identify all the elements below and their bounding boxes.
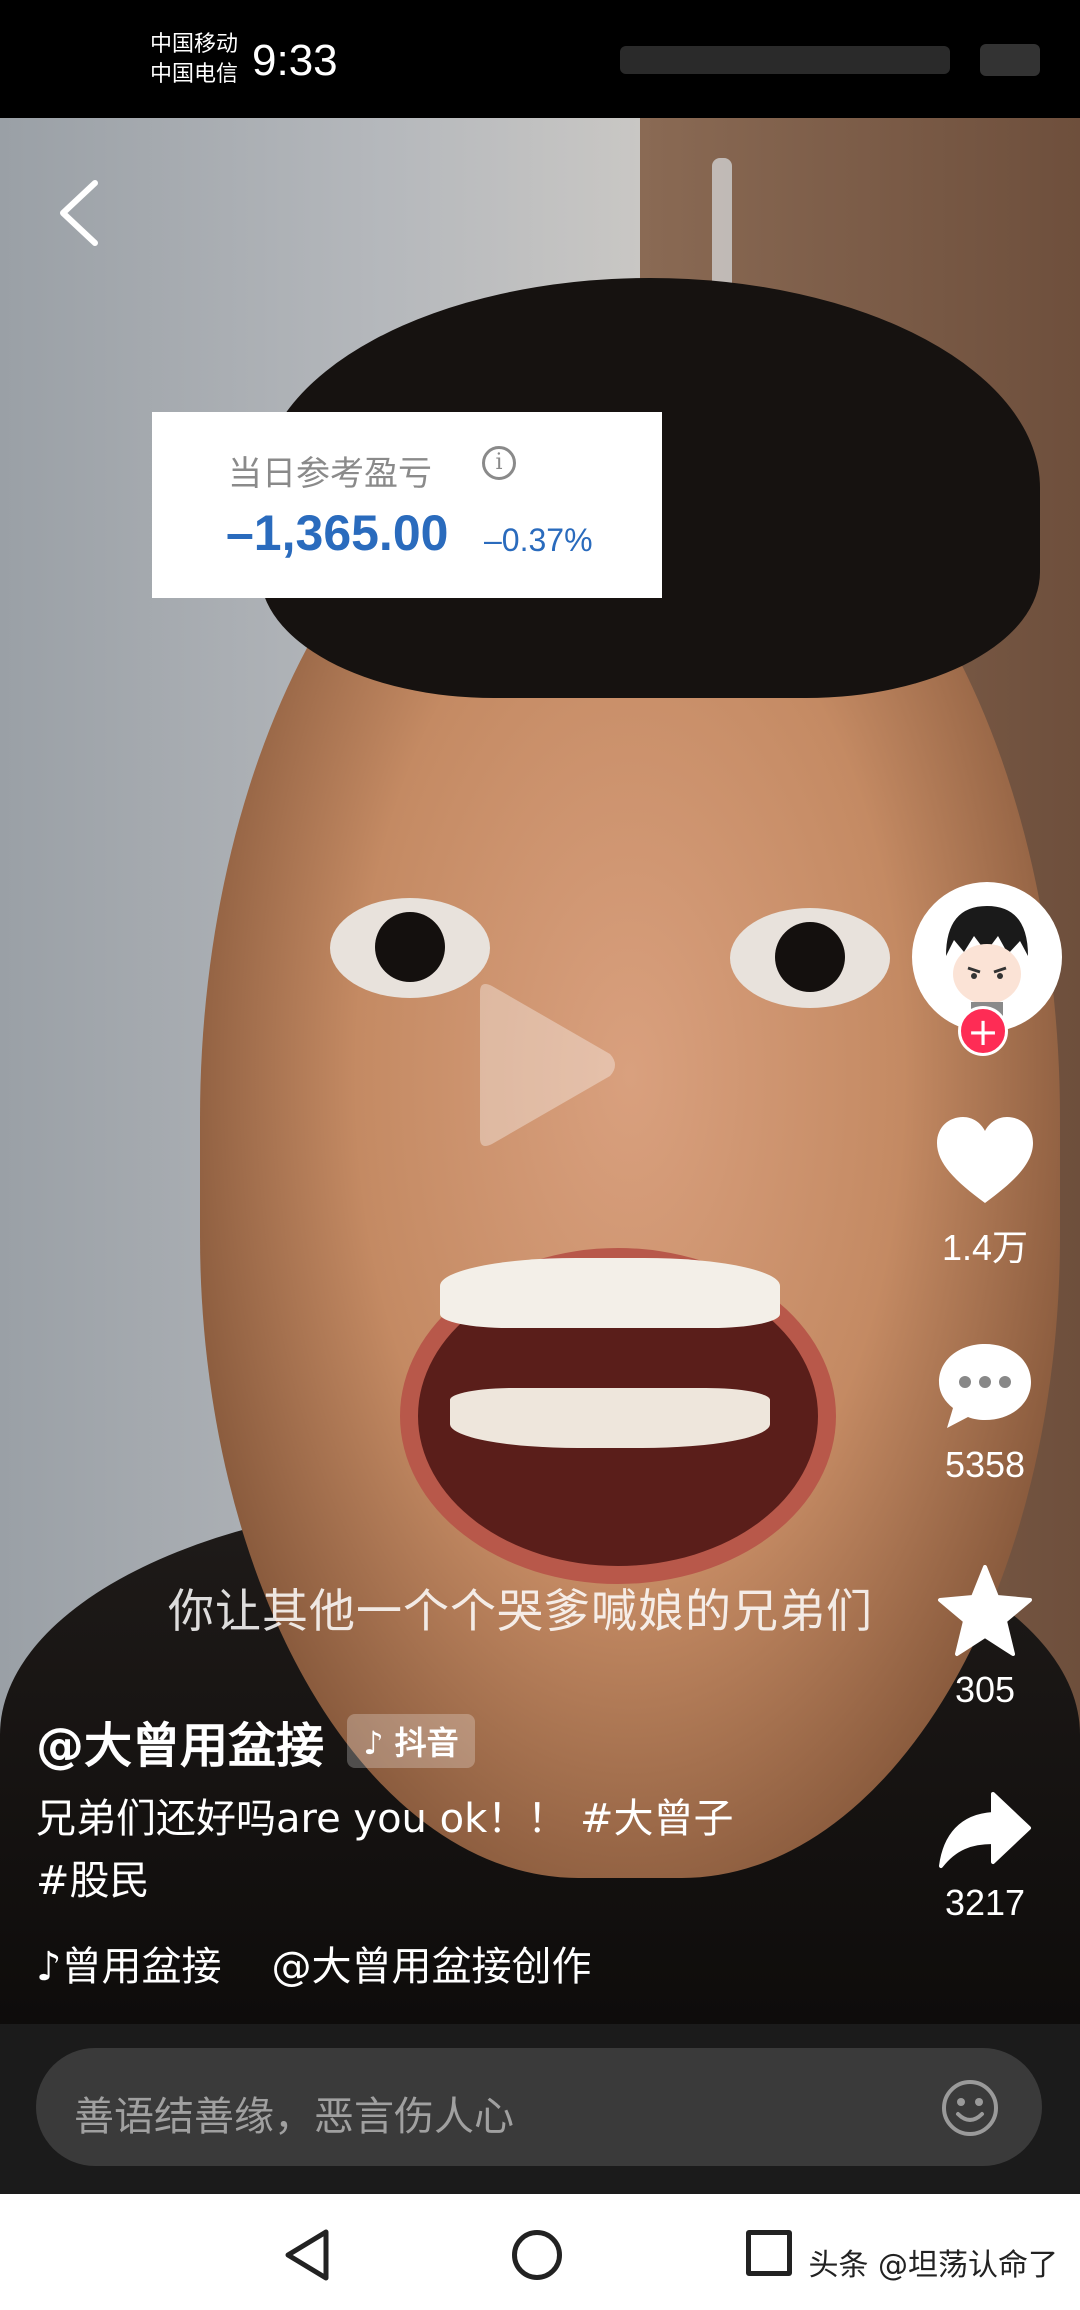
pnl-card: 当日参考盈亏 i –1,365.00 –0.37% <box>152 412 662 598</box>
heart-icon <box>937 1117 1033 1203</box>
emoji-icon[interactable] <box>940 2078 1000 2138</box>
author-row: @大曾用盆接 ♪ 抖音 <box>36 1706 475 1774</box>
like-count: 1.4万 <box>941 1227 1029 1268</box>
battery-icon <box>980 44 1040 76</box>
video-subject-eye-right <box>730 908 890 1008</box>
status-bar: 中国移动 中国电信 9:33 <box>0 0 1080 118</box>
comment-count: 5358 <box>944 1444 1026 1485</box>
pnl-value: –1,365.00 <box>226 505 449 561</box>
comment-bar: 善语结善缘，恶言伤人心 <box>0 2024 1080 2194</box>
nav-home-icon[interactable] <box>512 2230 562 2280</box>
comment-input[interactable]: 善语结善缘，恶言伤人心 <box>36 2048 1042 2166</box>
comment-icon <box>939 1344 1031 1428</box>
share-button[interactable]: 3217 <box>920 1790 1050 1924</box>
music-title: @大曾用盆接创作 <box>271 1944 592 1990</box>
comment-button[interactable]: 5358 <box>920 1340 1050 1486</box>
video-subtitle: 你让其他一个个哭爹喊娘的兄弟们 <box>168 1584 873 1638</box>
music-row[interactable]: ♪曾用盆接 @大曾用盆接创作 <box>36 1934 592 1992</box>
favorite-button[interactable]: 305 <box>920 1565 1050 1711</box>
pnl-title: 当日参考盈亏 <box>228 454 432 494</box>
follow-button[interactable]: + <box>958 1006 1008 1056</box>
nav-recents-icon[interactable] <box>746 2230 792 2276</box>
like-button[interactable]: 1.4万 <box>920 1115 1050 1271</box>
carrier-info: 中国移动 中国电信 <box>150 30 238 90</box>
star-icon <box>938 1565 1032 1656</box>
status-icons <box>620 42 1040 78</box>
share-count: 3217 <box>944 1882 1026 1923</box>
back-icon[interactable] <box>55 178 105 248</box>
watermark: 头条 @坦荡认命了 <box>808 2248 1058 2283</box>
music-owner: 曾用盆接 <box>61 1944 222 1990</box>
author-name[interactable]: @大曾用盆接 <box>36 1718 324 1774</box>
nav-back-icon[interactable] <box>282 2228 332 2282</box>
platform-badge-label: 抖音 <box>394 1724 459 1762</box>
signal-wifi-icons <box>620 46 950 74</box>
platform-badge: ♪ 抖音 <box>347 1714 475 1768</box>
music-note-icon: ♪ <box>36 1944 62 1990</box>
carrier-2: 中国电信 <box>150 62 239 87</box>
video-subject-teeth-top <box>440 1258 780 1328</box>
favorite-count: 305 <box>954 1669 1016 1710</box>
pnl-percent: –0.37% <box>484 522 593 558</box>
info-icon: i <box>482 446 516 480</box>
play-icon[interactable] <box>460 980 620 1150</box>
system-nav-bar: 头条 @坦荡认命了 <box>0 2194 1080 2310</box>
video-subject-teeth-bottom <box>450 1388 770 1448</box>
post-caption[interactable]: 兄弟们还好吗are you ok！！ #大曾子 #股民 <box>36 1788 756 1912</box>
comment-placeholder: 善语结善缘，恶言伤人心 <box>74 2094 514 2140</box>
share-icon <box>939 1792 1031 1868</box>
tiktok-note-icon: ♪ <box>363 1724 384 1762</box>
carrier-1: 中国移动 <box>150 32 239 57</box>
status-time: 9:33 <box>252 36 338 85</box>
